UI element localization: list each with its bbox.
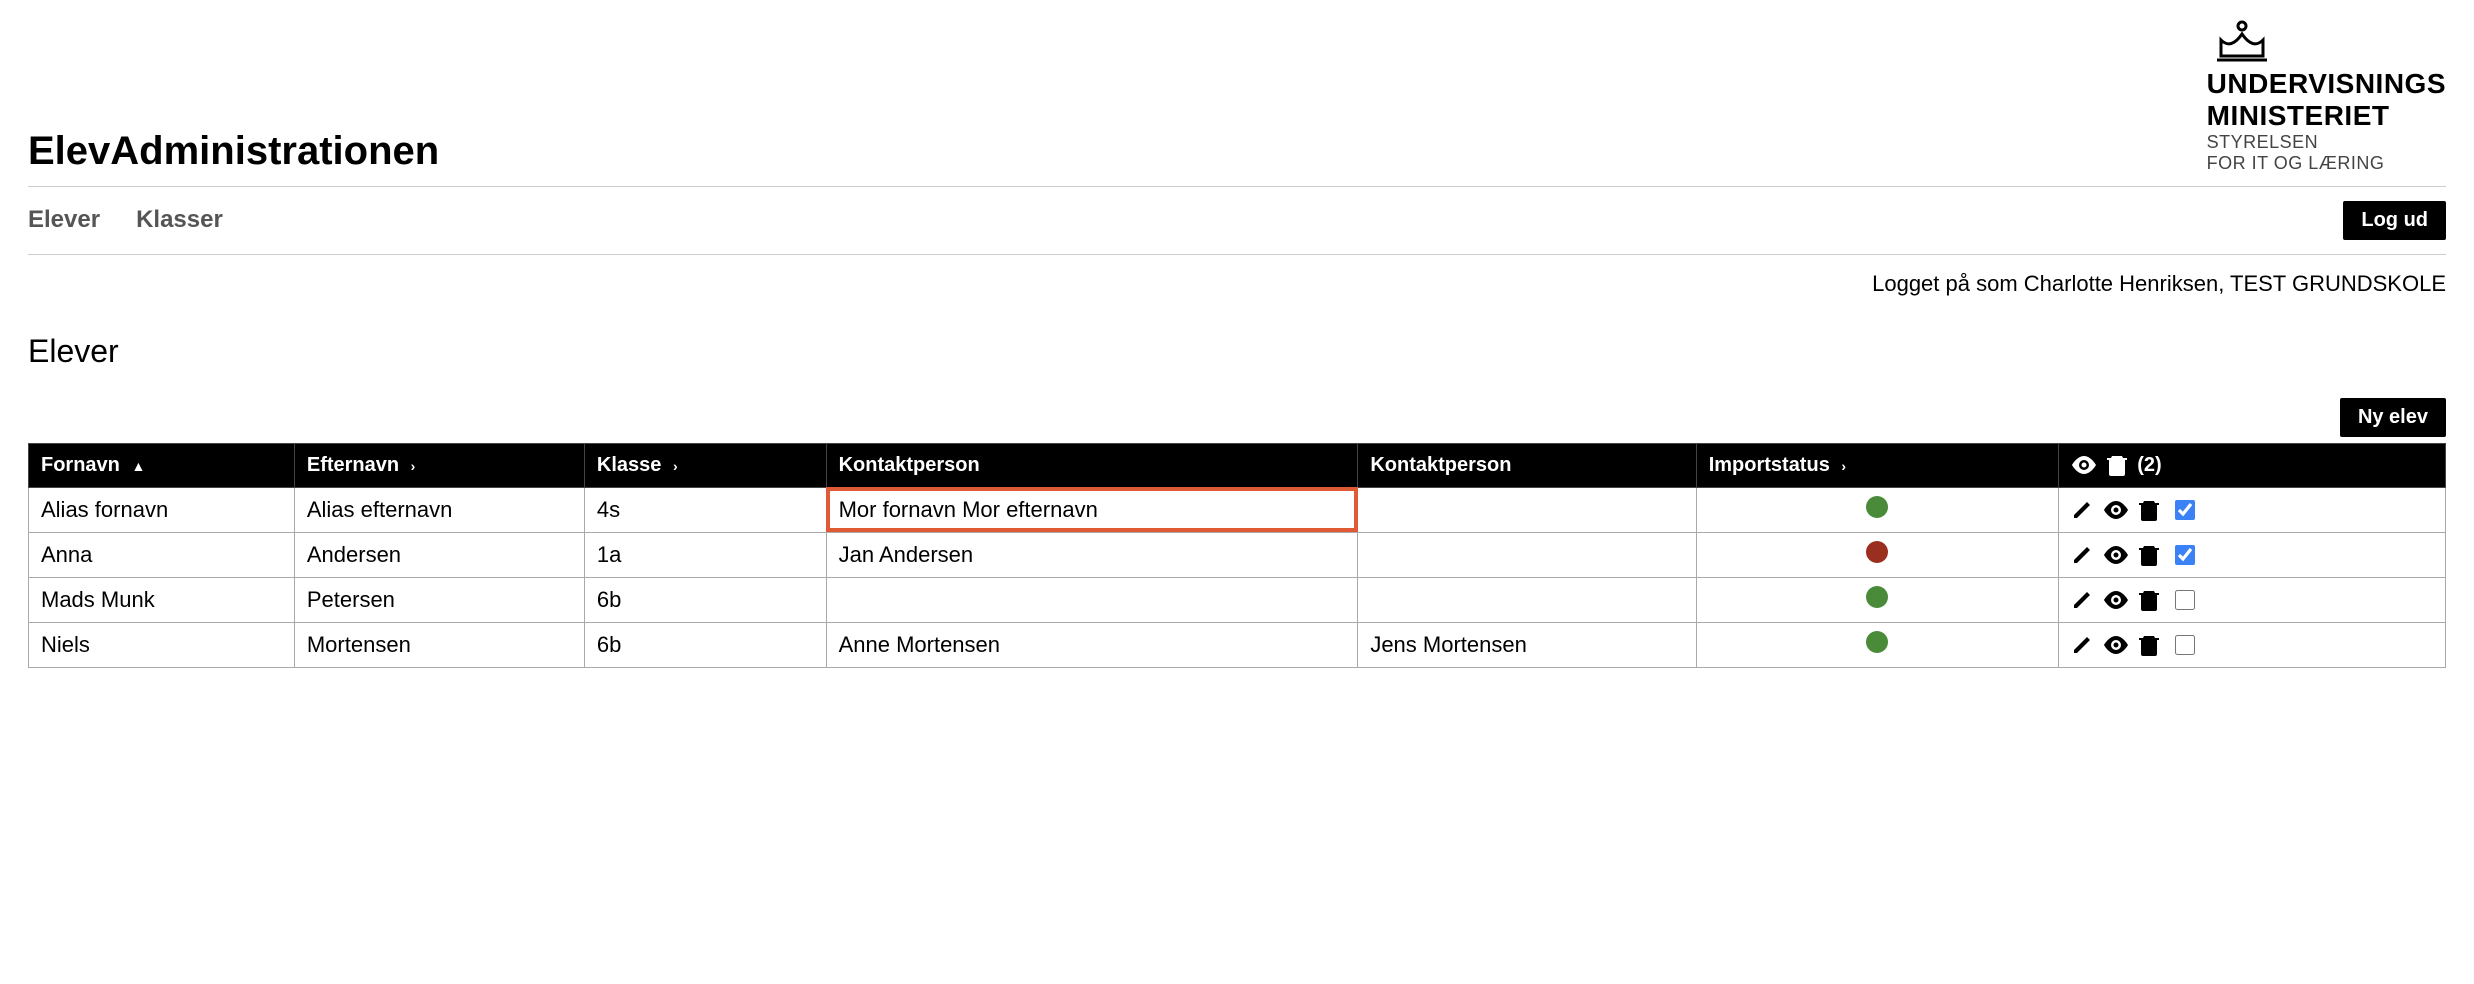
cell-fornavn: Mads Munk <box>29 577 295 622</box>
table-toolbar: Ny elev <box>28 398 2446 437</box>
nav-links: Elever Klasser <box>28 206 223 234</box>
nav-link-elever[interactable]: Elever <box>28 206 100 234</box>
col-importstatus-label: Importstatus <box>1709 454 1830 476</box>
new-elev-button[interactable]: Ny elev <box>2340 398 2446 437</box>
cell-actions <box>2059 532 2446 577</box>
logout-button[interactable]: Log ud <box>2343 201 2446 240</box>
cell-actions <box>2059 577 2446 622</box>
cell-kontakt1 <box>826 577 1358 622</box>
cell-kontakt2 <box>1358 577 1696 622</box>
table-header-row: Fornavn ▲ Efternavn › Klasse › Kontaktpe… <box>29 443 2446 487</box>
cell-kontakt2 <box>1358 487 1696 532</box>
page-title: Elever <box>28 333 2446 370</box>
cell-actions <box>2059 487 2446 532</box>
cell-klasse: 6b <box>584 577 826 622</box>
delete-icon[interactable] <box>2139 634 2159 656</box>
table-row: Mads MunkPetersen6b <box>29 577 2446 622</box>
table-row: AnnaAndersen1aJan Andersen <box>29 532 2446 577</box>
cell-actions <box>2059 622 2446 667</box>
col-efternavn[interactable]: Efternavn › <box>294 443 584 487</box>
logo-line-1: UNDERVISNINGS <box>2207 68 2446 100</box>
cell-importstatus <box>1696 577 2059 622</box>
cell-klasse: 1a <box>584 532 826 577</box>
view-icon[interactable] <box>2103 591 2129 609</box>
logo-line-4: FOR IT OG LÆRING <box>2207 153 2446 174</box>
col-actions: (2) <box>2059 443 2446 487</box>
elever-table: Fornavn ▲ Efternavn › Klasse › Kontaktpe… <box>28 443 2446 668</box>
col-kontakt2[interactable]: Kontaktperson <box>1358 443 1696 487</box>
view-all-icon[interactable] <box>2071 456 2097 474</box>
chevron-right-icon: › <box>1841 458 1846 474</box>
cell-efternavn: Alias efternavn <box>294 487 584 532</box>
col-klasse[interactable]: Klasse › <box>584 443 826 487</box>
col-kontakt2-label: Kontaktperson <box>1370 454 1511 476</box>
col-kontakt1-label: Kontaktperson <box>839 454 980 476</box>
cell-kontakt2 <box>1358 532 1696 577</box>
view-icon[interactable] <box>2103 501 2129 519</box>
table-row: NielsMortensen6bAnne MortensenJens Morte… <box>29 622 2446 667</box>
selected-count: (2) <box>2137 454 2161 477</box>
col-fornavn-label: Fornavn <box>41 454 120 476</box>
logo-line-2: MINISTERIET <box>2207 100 2446 132</box>
cell-kontakt1: Jan Andersen <box>826 532 1358 577</box>
cell-importstatus <box>1696 532 2059 577</box>
col-efternavn-label: Efternavn <box>307 454 399 476</box>
cell-kontakt1: Anne Mortensen <box>826 622 1358 667</box>
edit-icon[interactable] <box>2071 499 2093 521</box>
top-nav: Elever Klasser Log ud <box>28 187 2446 255</box>
status-dot-icon <box>1866 541 1888 563</box>
cell-klasse: 4s <box>584 487 826 532</box>
cell-efternavn: Mortensen <box>294 622 584 667</box>
cell-fornavn: Alias fornavn <box>29 487 295 532</box>
chevron-right-icon: › <box>411 458 416 474</box>
chevron-right-icon: › <box>673 458 678 474</box>
col-kontakt1[interactable]: Kontaktperson <box>826 443 1358 487</box>
crown-icon <box>2213 20 2271 64</box>
edit-icon[interactable] <box>2071 544 2093 566</box>
nav-link-klasser[interactable]: Klasser <box>136 206 223 234</box>
logged-in-status: Logget på som Charlotte Henriksen, TEST … <box>28 255 2446 333</box>
cell-efternavn: Andersen <box>294 532 584 577</box>
site-title: ElevAdministrationen <box>28 129 439 174</box>
row-checkbox[interactable] <box>2175 590 2195 610</box>
view-icon[interactable] <box>2103 546 2129 564</box>
cell-kontakt2: Jens Mortensen <box>1358 622 1696 667</box>
col-importstatus[interactable]: Importstatus › <box>1696 443 2059 487</box>
cell-importstatus <box>1696 622 2059 667</box>
ministry-logo: UNDERVISNINGS MINISTERIET STYRELSEN FOR … <box>2207 20 2446 174</box>
row-checkbox[interactable] <box>2175 545 2195 565</box>
cell-efternavn: Petersen <box>294 577 584 622</box>
sort-asc-icon: ▲ <box>131 458 145 474</box>
cell-kontakt1: Mor fornavn Mor efternavn <box>826 487 1358 532</box>
row-checkbox[interactable] <box>2175 500 2195 520</box>
table-row: Alias fornavnAlias efternavn4sMor fornav… <box>29 487 2446 532</box>
page-header: ElevAdministrationen UNDERVISNINGS MINIS… <box>28 20 2446 187</box>
col-fornavn[interactable]: Fornavn ▲ <box>29 443 295 487</box>
view-icon[interactable] <box>2103 636 2129 654</box>
delete-all-icon[interactable] <box>2107 454 2127 476</box>
edit-icon[interactable] <box>2071 589 2093 611</box>
cell-importstatus <box>1696 487 2059 532</box>
row-checkbox[interactable] <box>2175 635 2195 655</box>
col-klasse-label: Klasse <box>597 454 662 476</box>
edit-icon[interactable] <box>2071 634 2093 656</box>
logo-line-3: STYRELSEN <box>2207 132 2446 153</box>
delete-icon[interactable] <box>2139 544 2159 566</box>
delete-icon[interactable] <box>2139 589 2159 611</box>
delete-icon[interactable] <box>2139 499 2159 521</box>
cell-fornavn: Anna <box>29 532 295 577</box>
status-dot-icon <box>1866 496 1888 518</box>
cell-fornavn: Niels <box>29 622 295 667</box>
status-dot-icon <box>1866 586 1888 608</box>
cell-klasse: 6b <box>584 622 826 667</box>
status-dot-icon <box>1866 631 1888 653</box>
